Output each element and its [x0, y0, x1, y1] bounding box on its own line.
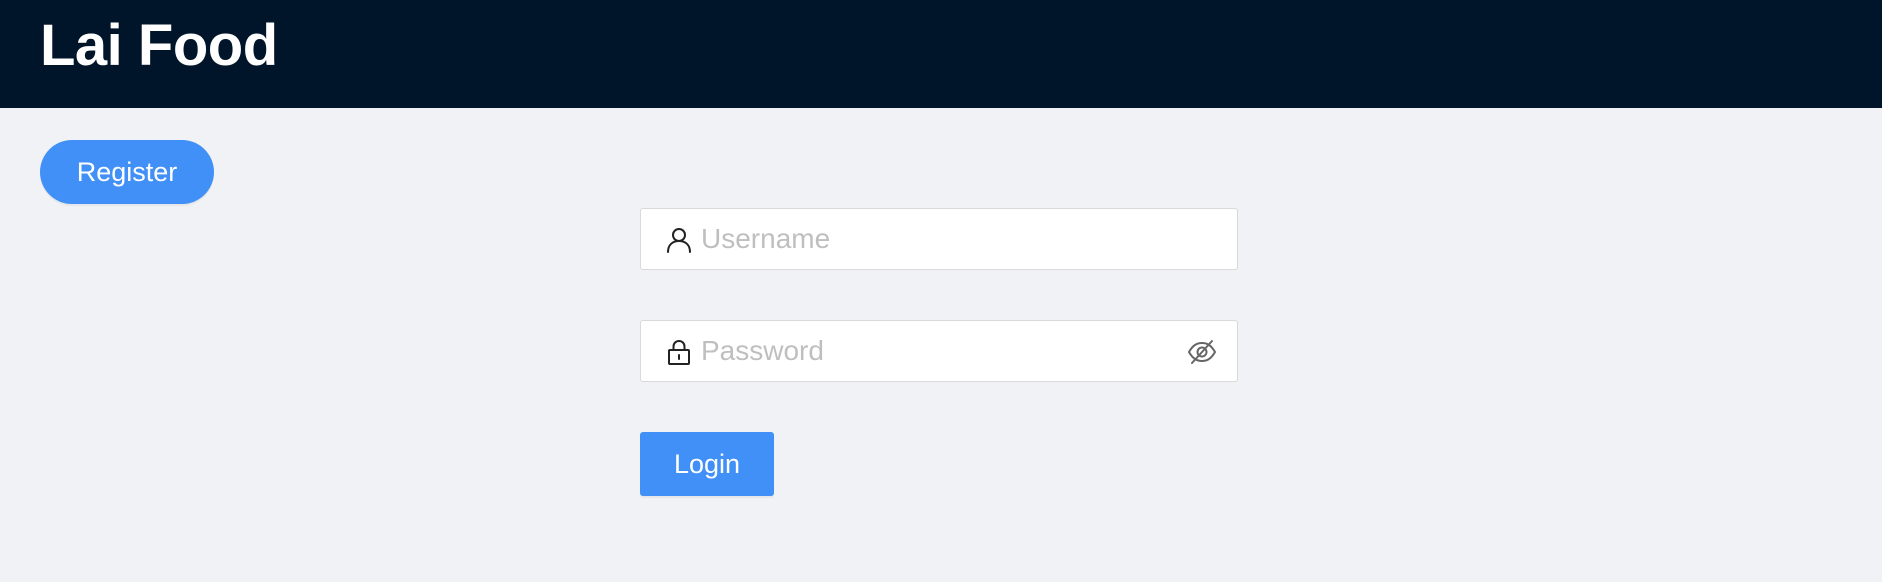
username-field[interactable] — [640, 208, 1238, 270]
eye-invisible-icon[interactable] — [1187, 337, 1217, 367]
login-button[interactable]: Login — [640, 432, 774, 496]
username-input[interactable] — [701, 209, 1171, 269]
register-button[interactable]: Register — [40, 140, 214, 204]
lock-icon — [668, 339, 690, 365]
user-icon — [667, 228, 691, 253]
app-header: Lai Food — [0, 0, 1882, 108]
main-content: Register Login — [0, 108, 1882, 582]
password-field[interactable] — [640, 320, 1238, 382]
password-input[interactable] — [701, 321, 1171, 381]
app-title: Lai Food — [40, 13, 278, 78]
